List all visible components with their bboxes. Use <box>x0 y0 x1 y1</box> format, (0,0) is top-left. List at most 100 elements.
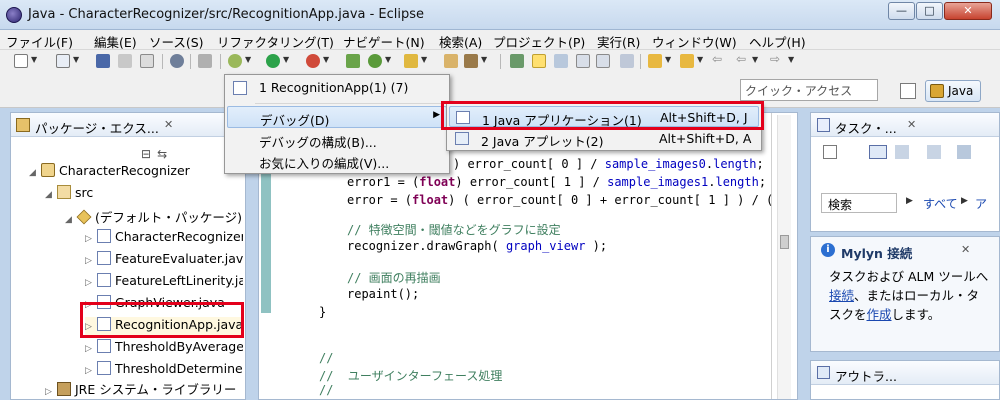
last-edit-icon[interactable]: ⇦ <box>736 52 746 66</box>
menu-edit[interactable]: 編集(E) <box>94 32 137 51</box>
collapse-arrow-icon[interactable]: ▷ <box>85 322 97 332</box>
menu-item-recent-launch[interactable]: 1 RecognitionApp(1) (7) <box>227 77 447 99</box>
chevron-down-icon[interactable]: ▼ <box>385 55 391 64</box>
open-type-icon[interactable] <box>444 54 458 68</box>
chevron-down-icon[interactable]: ▼ <box>421 55 427 64</box>
menu-item-debug-configurations[interactable]: デバッグの構成(B)... <box>227 129 447 151</box>
close-button[interactable]: ✕ <box>944 2 992 20</box>
new-task-icon[interactable] <box>823 145 837 159</box>
connect-link[interactable]: 接続 <box>829 288 854 303</box>
maximize-button[interactable]: □ <box>916 2 943 20</box>
open-perspective-icon[interactable] <box>900 83 916 99</box>
chevron-down-icon[interactable]: ▼ <box>31 55 37 64</box>
editor-vertical-scrollbar[interactable] <box>777 115 791 399</box>
close-icon[interactable]: ✕ <box>907 118 916 131</box>
hide-completed-icon[interactable] <box>957 145 971 159</box>
chevron-down-icon[interactable]: ▼ <box>283 55 289 64</box>
menu-window[interactable]: ウィンドウ(W) <box>652 32 737 51</box>
tree-item[interactable]: ▷ CharacterRecognizer.java <box>85 229 243 249</box>
menu-refactor[interactable]: リファクタリング(T) <box>217 32 334 51</box>
categorized-icon[interactable] <box>869 145 887 159</box>
show-whitespace-icon[interactable] <box>576 54 590 68</box>
next-annotation-icon[interactable] <box>648 54 662 68</box>
close-icon[interactable]: ✕ <box>961 243 970 256</box>
menu-item-java-application[interactable]: 1 Java アプリケーション(1) Alt+Shift+D, J <box>449 106 759 128</box>
menu-navigate[interactable]: ナビゲート(N) <box>343 32 425 51</box>
collapse-arrow-icon[interactable]: ▷ <box>85 300 97 310</box>
tree-item[interactable]: ▷ FeatureEvaluater.java <box>85 251 243 271</box>
menu-source[interactable]: ソース(S) <box>149 32 204 51</box>
tree-item[interactable]: ▷ ThresholdDetermine.java <box>85 361 243 381</box>
task-more-link[interactable]: ア <box>975 195 987 212</box>
tree-item[interactable]: ◢ (デフォルト・パッケージ) <box>65 207 243 227</box>
chevron-down-icon[interactable]: ▼ <box>323 55 329 64</box>
chevron-down-icon[interactable]: ▼ <box>788 55 794 64</box>
new-project-icon[interactable] <box>56 54 70 68</box>
collapse-arrow-icon[interactable]: ▷ <box>45 387 57 397</box>
new-java-class-icon[interactable] <box>368 54 382 68</box>
close-icon[interactable]: ✕ <box>164 118 173 131</box>
scheduled-icon[interactable] <box>895 145 909 159</box>
chevron-down-icon[interactable]: ▼ <box>697 55 703 64</box>
back-icon[interactable]: ⇦ <box>712 52 722 66</box>
task-search-input[interactable]: 検索 <box>821 193 897 213</box>
filter-icon[interactable] <box>927 145 941 159</box>
forward-icon[interactable]: ⇨ <box>770 52 780 66</box>
chevron-down-icon[interactable]: ▼ <box>665 55 671 64</box>
skip-breakpoints-icon[interactable] <box>198 54 212 68</box>
external-tools-icon[interactable] <box>306 54 320 68</box>
menu-file[interactable]: ファイル(F) <box>6 32 73 51</box>
link-with-editor-icon[interactable]: ⇆ <box>157 147 173 161</box>
tree-item[interactable]: ▷ FeatureLeftLinerity.java <box>85 273 243 293</box>
collapse-arrow-icon[interactable]: ▷ <box>85 234 97 244</box>
tree-item-selected[interactable]: ▷ RecognitionApp.java <box>85 317 243 337</box>
collapse-arrow-icon[interactable]: ▷ <box>85 278 97 288</box>
quick-access-input[interactable]: クイック・アクセス <box>740 79 878 101</box>
search-icon[interactable] <box>464 54 478 68</box>
tree-item[interactable]: ▷ ThresholdByAverage.java <box>85 339 243 359</box>
print-icon[interactable] <box>140 54 154 68</box>
outline-title[interactable]: アウトラ... <box>835 366 897 385</box>
expand-arrow-icon[interactable]: ◢ <box>29 168 41 178</box>
chevron-down-icon[interactable]: ▼ <box>752 55 758 64</box>
previous-annotation-icon[interactable] <box>680 54 694 68</box>
run-icon[interactable] <box>266 54 280 68</box>
settings-icon[interactable] <box>170 54 184 68</box>
tree-item[interactable]: ◢ CharacterRecognizer <box>29 163 243 183</box>
tree-item[interactable]: ▷ GraphViewer.java <box>85 295 243 315</box>
menu-item-java-applet[interactable]: 2 Java アプレット(2) Alt+Shift+D, A <box>449 128 759 149</box>
collapse-all-icon[interactable]: ⊟ <box>141 147 157 161</box>
task-icon[interactable] <box>510 54 524 68</box>
debug-icon[interactable] <box>228 54 242 68</box>
menu-project[interactable]: プロジェクト(P) <box>493 32 585 51</box>
minimize-button[interactable]: — <box>888 2 915 20</box>
menu-run[interactable]: 実行(R) <box>597 32 640 51</box>
pilcrow-icon[interactable] <box>620 54 634 68</box>
menu-help[interactable]: ヘルプ(H) <box>749 32 806 51</box>
save-icon[interactable] <box>96 54 110 68</box>
collapse-arrow-icon[interactable]: ▷ <box>85 366 97 376</box>
task-all-link[interactable]: すべて <box>923 195 958 212</box>
create-link[interactable]: 作成 <box>867 307 892 322</box>
block-selection-icon[interactable] <box>596 54 610 68</box>
new-icon[interactable] <box>14 54 28 68</box>
save-all-icon[interactable] <box>118 54 132 68</box>
menu-search[interactable]: 検索(A) <box>439 32 482 51</box>
tree-item[interactable]: ◢ src <box>45 185 243 205</box>
tree-item[interactable]: ▷ JRE システム・ライブラリー <box>45 379 243 399</box>
chevron-down-icon[interactable]: ▼ <box>481 55 487 64</box>
java-perspective-button[interactable]: Java <box>925 80 981 102</box>
scrollbar-thumb[interactable] <box>780 235 789 249</box>
menu-item-debug-as[interactable]: デバッグ(D) ▶ <box>227 106 447 128</box>
chevron-down-icon[interactable]: ▼ <box>73 55 79 64</box>
package-explorer-title[interactable]: パッケージ・エクス... <box>35 118 159 137</box>
mark-occurrences-icon[interactable] <box>554 54 568 68</box>
menu-item-organize-favorites[interactable]: お気に入りの編成(V)... <box>227 150 447 172</box>
new-java-project-icon[interactable] <box>346 54 360 68</box>
open-folder-icon[interactable] <box>404 54 418 68</box>
chevron-down-icon[interactable]: ▼ <box>245 55 251 64</box>
expand-arrow-icon[interactable]: ◢ <box>45 190 57 200</box>
collapse-arrow-icon[interactable]: ▷ <box>85 344 97 354</box>
highlight-icon[interactable] <box>532 54 546 68</box>
task-list-title[interactable]: タスク・... <box>835 118 897 137</box>
